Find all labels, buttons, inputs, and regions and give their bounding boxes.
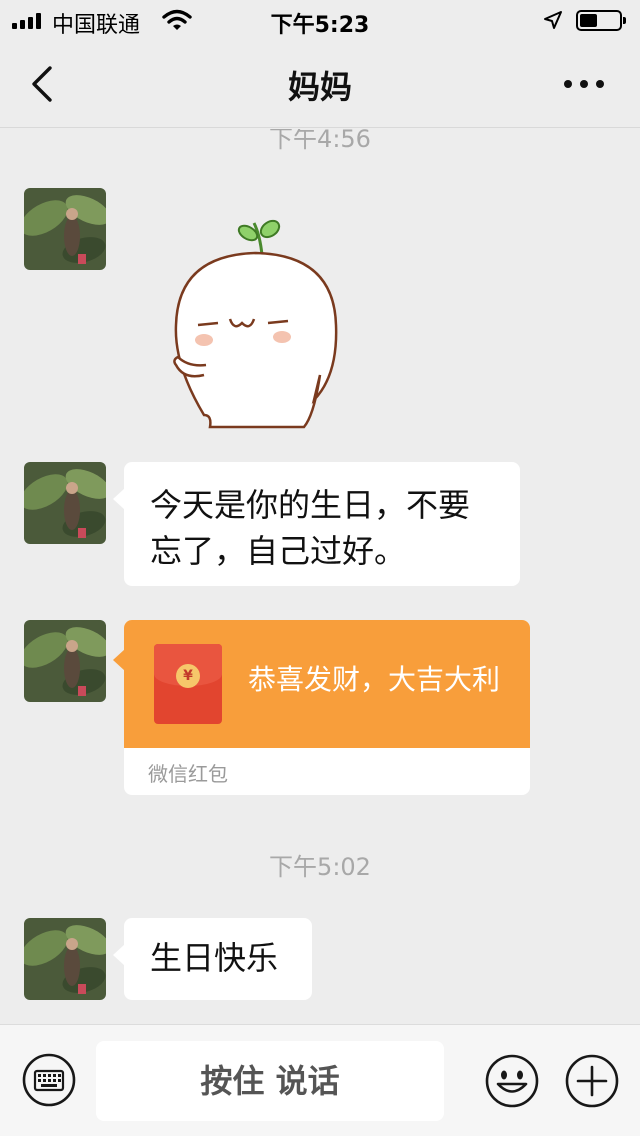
more-options-icon[interactable] (562, 72, 606, 96)
input-bar: 按住 说话 (0, 1024, 640, 1136)
message-bubble[interactable]: 生日快乐 (113, 918, 312, 1000)
message-text: 今天是你的生日，不要忘了，自己过好。 (150, 486, 471, 570)
hold-to-talk-button[interactable]: 按住 说话 (96, 1041, 444, 1121)
keyboard-toggle-icon[interactable] (22, 1053, 76, 1107)
battery-icon (576, 10, 626, 31)
contact-avatar[interactable] (24, 188, 106, 270)
plus-icon[interactable] (564, 1053, 620, 1109)
cute-sticker[interactable] (164, 215, 344, 430)
contact-avatar[interactable] (24, 918, 106, 1000)
message-text: 生日快乐 (150, 939, 279, 977)
contact-avatar[interactable] (24, 462, 106, 544)
timestamp: 下午5:02 (269, 853, 371, 881)
message-list[interactable]: 下午4:56 今天是你的生日，不要忘了，自己过好。 ¥ 恭喜发财，大吉大利 微信… (0, 129, 640, 1024)
wechat-chat-screen: 中国联通 下午5:23 妈妈 下午4:56 今天是你的生日，不要忘了，自己过好。… (0, 0, 640, 1136)
red-packet-banner: ¥ 恭喜发财，大吉大利 (124, 620, 530, 748)
red-packet-greeting: 恭喜发财，大吉大利 (248, 663, 501, 696)
chat-title: 妈妈 (287, 68, 352, 106)
red-packet-label: 微信红包 (148, 762, 228, 786)
yuan-coin-icon: ¥ (176, 664, 200, 688)
contact-avatar[interactable] (24, 620, 106, 702)
timestamp: 下午4:56 (269, 129, 371, 153)
location-arrow-icon (544, 11, 562, 29)
message-bubble[interactable]: 今天是你的生日，不要忘了，自己过好。 (113, 462, 520, 586)
red-packet-message[interactable]: ¥ 恭喜发财，大吉大利 微信红包 (124, 620, 530, 795)
nav-bar: 妈妈 (0, 40, 640, 128)
status-bar: 中国联通 下午5:23 (0, 0, 640, 40)
red-envelope-icon: ¥ (154, 644, 222, 724)
battery-fill (580, 14, 598, 27)
emoji-icon[interactable] (484, 1053, 540, 1109)
